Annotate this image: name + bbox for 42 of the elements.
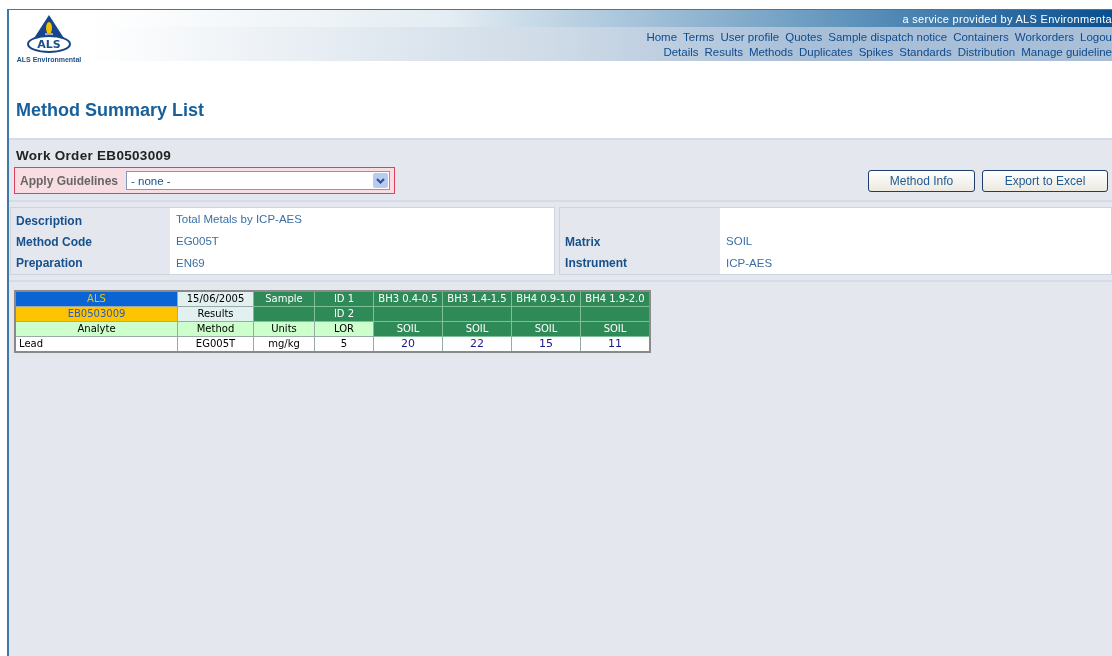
nav-link[interactable]: Duplicates — [799, 45, 853, 58]
detail-value: Total Metals by ICP-AES — [176, 212, 303, 226]
nav-link[interactable]: Spikes — [858, 45, 894, 58]
table-cell: BH3 0.4-0.5 — [373, 291, 443, 307]
nav-link[interactable]: Logou — [1080, 30, 1112, 43]
table-cell: 15/06/2005 — [177, 291, 254, 307]
table-cell: BH4 1.9-2.0 — [580, 291, 650, 307]
work-order-title: Work Order EB0503009 — [16, 148, 173, 163]
nav-link[interactable]: Workorders — [1014, 30, 1074, 43]
table-cell: ALS — [15, 291, 178, 307]
detail-value: EN69 — [176, 256, 206, 270]
detail-label: Preparation — [16, 256, 84, 270]
page-title: Method Summary List — [16, 100, 206, 121]
nav-link[interactable]: Home — [646, 30, 678, 43]
detail-value: ICP-AES — [726, 256, 774, 270]
table-cell: BH3 1.4-1.5 — [442, 291, 512, 307]
table-cell: ID 1 — [314, 291, 374, 307]
nav-link[interactable]: Standards — [899, 45, 952, 58]
detail-label: Description — [16, 214, 83, 228]
action-button[interactable]: Method Info — [868, 169, 975, 192]
nav-link[interactable]: Sample dispatch notice — [828, 30, 948, 43]
detail-value: EG005T — [176, 234, 220, 248]
table-cell: BH4 0.9-1.0 — [511, 291, 581, 307]
detail-label: Method Code — [16, 235, 93, 249]
nav-link[interactable]: Methods — [748, 45, 793, 58]
nav-link[interactable]: Distribution — [957, 45, 1016, 58]
nav-link[interactable]: Manage guideline — [1021, 45, 1112, 58]
field-label: Apply Guidelines — [20, 173, 118, 188]
detail-label: Instrument — [565, 256, 629, 270]
guidelines-dropdown[interactable]: - none - — [126, 171, 390, 190]
nav-link[interactable]: Terms — [683, 30, 715, 43]
tagline: a service provided by ALS Environmenta — [902, 12, 1112, 25]
chevron-down-icon — [373, 173, 388, 188]
table-cell: Sample — [253, 291, 315, 307]
nav-link[interactable]: User profile — [720, 30, 780, 43]
detail-value: SOIL — [726, 234, 754, 248]
nav-link[interactable]: Quotes — [785, 30, 823, 43]
nav-link[interactable]: Containers — [953, 30, 1009, 43]
detail-label: Matrix — [565, 235, 602, 249]
nav-link[interactable]: Details — [663, 45, 699, 58]
action-button[interactable]: Export to Excel — [982, 169, 1108, 192]
nav-link[interactable]: Results — [704, 45, 743, 58]
